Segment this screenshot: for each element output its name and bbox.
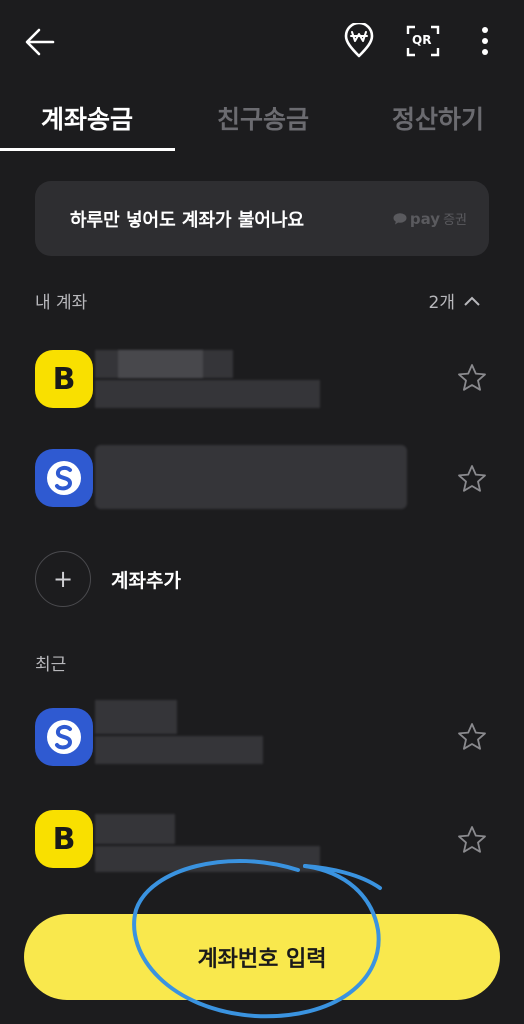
redacted-account-number (95, 736, 263, 764)
my-account-shinhan[interactable] (0, 433, 524, 523)
redacted-account-name (95, 700, 177, 734)
top-bar: QR (0, 0, 524, 82)
redacted-account-name (95, 814, 175, 844)
cta-label: 계좌번호 입력 (197, 947, 327, 972)
favorite-star-icon[interactable] (457, 363, 487, 393)
my-account-kakao[interactable]: B (0, 334, 524, 424)
shinhan-bank-logo (35, 708, 93, 766)
favorite-star-icon[interactable] (457, 722, 487, 752)
redacted-account-number (95, 380, 320, 408)
more-button[interactable] (470, 20, 500, 62)
shinhan-logo-icon (47, 461, 81, 495)
redacted-account-name (95, 445, 407, 509)
active-tab-indicator (0, 148, 175, 151)
account-count: 2개 (428, 293, 455, 313)
more-vertical-icon (482, 27, 488, 55)
my-accounts-label: 내 계좌 (35, 293, 88, 313)
pay-securities-badge: pay 증권 (393, 209, 467, 228)
favorite-star-icon[interactable] (457, 464, 487, 494)
kakaobank-logo: B (35, 350, 93, 408)
qr-label: QR (412, 33, 432, 47)
shinhan-logo-icon (47, 720, 81, 754)
kakaobank-letter: B (52, 361, 76, 397)
recent-account-shinhan[interactable] (0, 692, 524, 782)
pay-brand-text: pay (409, 209, 441, 228)
won-location-icon (344, 23, 374, 58)
redacted-account-number (95, 846, 320, 872)
recent-account-kakao[interactable]: B (0, 794, 524, 884)
securities-text: 증권 (443, 213, 467, 228)
recent-label: 최근 (35, 655, 67, 675)
plus-icon: + (52, 565, 74, 593)
qr-scan-button[interactable]: QR (403, 20, 443, 62)
tab-friend-transfer[interactable]: 친구송금 (217, 100, 309, 136)
promo-text: 하루만 넣어도 계좌가 불어나요 (70, 210, 305, 231)
add-account-button[interactable]: + (35, 551, 91, 607)
kakaobank-letter: B (52, 821, 76, 857)
chevron-up-icon (464, 296, 480, 306)
tab-account-transfer[interactable]: 계좌송금 (41, 100, 133, 136)
add-account-label[interactable]: 계좌추가 (111, 566, 181, 593)
enter-account-number-button[interactable]: 계좌번호 입력 (24, 914, 500, 1000)
promo-banner[interactable]: 하루만 넣어도 계좌가 불어나요 pay 증권 (35, 181, 489, 256)
my-accounts-toggle[interactable]: 2개 (429, 288, 481, 313)
back-button[interactable] (20, 22, 60, 62)
redacted-block (118, 350, 203, 378)
transfer-tabs: 계좌송금 친구송금 정산하기 (0, 82, 524, 152)
favorite-star-icon[interactable] (457, 825, 487, 855)
tab-settlement[interactable]: 정산하기 (392, 100, 484, 136)
chat-bubble-icon (393, 212, 407, 224)
back-arrow-icon (25, 28, 55, 56)
kakaobank-logo: B (35, 810, 93, 868)
shinhan-bank-logo (35, 449, 93, 507)
won-location-button[interactable] (338, 20, 380, 62)
